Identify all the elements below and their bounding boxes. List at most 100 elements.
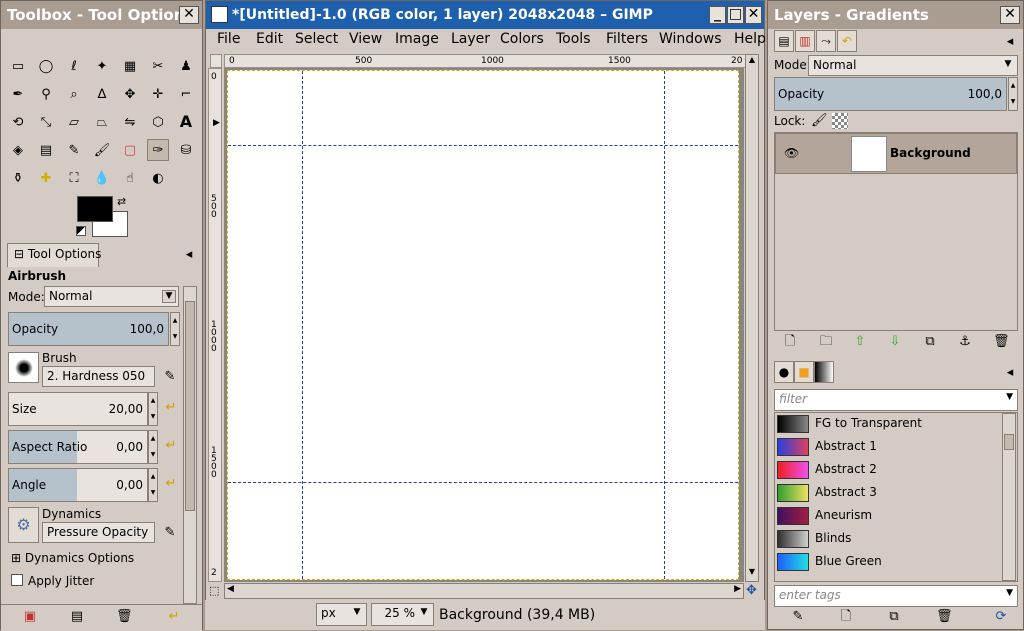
reset-size-icon[interactable]: ↵ xyxy=(163,400,179,416)
measure-icon[interactable]: ∆ xyxy=(91,83,113,105)
opacity-slider[interactable]: Opacity 100,0 xyxy=(8,312,169,346)
tab-layers[interactable]: ▤ xyxy=(774,30,794,52)
close-button[interactable]: ✕ xyxy=(745,6,762,24)
aspect-ratio-spinner[interactable]: ▲ ▼ xyxy=(148,430,158,464)
swap-colors-icon[interactable]: ⇄ xyxy=(117,195,126,208)
ruler-origin[interactable] xyxy=(210,54,222,68)
dynamics-icon[interactable]: ⚙ xyxy=(8,507,39,543)
maximize-button[interactable]: □ xyxy=(727,6,744,24)
default-colors-icon[interactable] xyxy=(76,226,86,236)
minimize-button[interactable]: _ xyxy=(709,6,726,24)
visibility-eye-icon[interactable]: 👁 xyxy=(784,146,799,160)
zoom-icon[interactable]: ⌕ xyxy=(63,83,85,105)
scroll-up-icon[interactable]: ▲ xyxy=(746,55,758,69)
scroll-right-icon[interactable]: ▶ xyxy=(734,584,741,594)
navigate-icon[interactable]: ✥ xyxy=(746,583,757,598)
menu-help[interactable]: Help xyxy=(734,31,766,47)
airbrush-icon[interactable]: ✑ xyxy=(147,139,169,161)
gradient-list-scrollbar[interactable] xyxy=(1002,413,1016,581)
gradient-tags-input[interactable]: enter tags ▼ xyxy=(774,585,1018,607)
size-slider[interactable]: Size 20,00 xyxy=(8,392,148,426)
gradient-row[interactable]: Blue Green xyxy=(777,551,999,574)
tab-menu-icon[interactable]: ◂ xyxy=(181,247,197,263)
menu-colors[interactable]: Colors xyxy=(500,31,544,47)
flip-icon[interactable]: ⇋ xyxy=(119,111,141,133)
tool-options-scrollbar[interactable] xyxy=(183,286,197,604)
save-options-icon[interactable]: ▣ xyxy=(22,609,38,625)
lower-layer-icon[interactable]: ⇩ xyxy=(887,334,903,350)
guide-vertical[interactable] xyxy=(664,71,665,579)
heal-icon[interactable]: ✚ xyxy=(35,167,57,189)
tab-paths[interactable]: ⤳ xyxy=(816,30,836,52)
refresh-gradients-icon[interactable]: ⟳ xyxy=(993,609,1009,625)
crop-icon[interactable]: ⌐ xyxy=(175,83,197,105)
new-layer-icon[interactable]: 🗋 xyxy=(782,334,798,350)
layers-titlebar[interactable]: Layers - Gradients xyxy=(768,1,1023,29)
foreground-select-icon[interactable]: ♟ xyxy=(175,55,197,77)
tab-tool-options[interactable]: ⊟ Tool Options xyxy=(7,243,101,267)
quick-mask-icon[interactable]: ⬚ xyxy=(209,584,219,597)
angle-slider[interactable]: Angle 0,00 xyxy=(8,468,148,502)
menu-select[interactable]: Select xyxy=(295,31,338,47)
reset-aspect-icon[interactable]: ↵ xyxy=(163,438,179,454)
menu-view[interactable]: View xyxy=(349,31,382,47)
scroll-left-icon[interactable]: ◀ xyxy=(227,584,234,594)
brush-field[interactable]: 2. Hardness 050 xyxy=(42,366,155,387)
image-titlebar[interactable]: *[Untitled]-1.0 (RGB color, 1 layer) 204… xyxy=(206,1,764,29)
dynamics-options-expander[interactable]: ⊞ Dynamics Options xyxy=(11,551,134,565)
layer-row-background[interactable]: 👁 Background xyxy=(775,133,1017,174)
tab-gradients[interactable] xyxy=(814,361,834,383)
perspective-icon[interactable]: ⏢ xyxy=(91,111,113,133)
delete-gradient-icon[interactable]: 🗑 xyxy=(936,609,953,625)
gradient-scrollbar-thumb[interactable] xyxy=(1004,434,1014,450)
duplicate-gradient-icon[interactable]: ⧉ xyxy=(886,609,902,625)
color-select-icon[interactable]: ▦ xyxy=(119,55,141,77)
menu-file[interactable]: File xyxy=(217,31,240,47)
cage-icon[interactable]: ⬡ xyxy=(147,111,169,133)
aspect-ratio-slider[interactable]: Aspect Ratio 0,00 xyxy=(8,430,148,464)
ellipse-select-icon[interactable]: ◯ xyxy=(35,55,57,77)
scrollbar-thumb[interactable] xyxy=(185,301,195,511)
guide-horizontal[interactable] xyxy=(228,482,738,483)
delete-layer-icon[interactable]: 🗑 xyxy=(993,334,1010,350)
move-icon[interactable]: ✥ xyxy=(119,83,141,105)
gradient-row[interactable]: Abstract 2 xyxy=(777,459,999,482)
menu-windows[interactable]: Windows xyxy=(659,31,722,47)
restore-options-icon[interactable]: ▤ xyxy=(69,609,85,625)
edit-brush-icon[interactable]: ✎ xyxy=(162,369,178,385)
shear-icon[interactable]: ▱ xyxy=(63,111,85,133)
free-select-icon[interactable]: ℓ xyxy=(63,55,85,77)
paintbrush-icon[interactable]: 🖌 xyxy=(91,139,113,161)
gradient-row[interactable]: Abstract 3 xyxy=(777,482,999,505)
vertical-ruler[interactable]: 0 500 1000 1500 2 xyxy=(208,68,222,582)
brush-preview[interactable] xyxy=(8,352,39,383)
delete-options-icon[interactable]: 🗑 xyxy=(116,609,133,625)
layers-opacity-slider[interactable]: Opacity 100,0 xyxy=(774,77,1007,111)
anchor-layer-icon[interactable]: ⚓ xyxy=(957,334,973,350)
new-layer-group-icon[interactable]: 🗀 xyxy=(818,334,834,350)
layers-close-button[interactable]: ✕ xyxy=(1000,6,1020,24)
edit-dynamics-icon[interactable]: ✎ xyxy=(162,525,178,541)
gradient-filter-input[interactable]: filter ▼ xyxy=(774,389,1018,411)
pencil-icon[interactable]: ✎ xyxy=(63,139,85,161)
paths-icon[interactable]: ✒ xyxy=(7,83,29,105)
layers-tab-menu-icon[interactable]: ◂ xyxy=(1002,34,1018,50)
layers-opacity-spinner[interactable]: ▲ ▼ xyxy=(1008,77,1018,111)
duplicate-layer-icon[interactable]: ⧉ xyxy=(922,334,938,350)
menu-tools[interactable]: Tools xyxy=(556,31,591,47)
gradient-row[interactable]: FG to Transparent xyxy=(777,413,999,436)
blur-icon[interactable]: 💧 xyxy=(91,167,113,189)
eraser-icon[interactable]: ▢ xyxy=(119,139,141,161)
mode-select[interactable]: Normal ▼ xyxy=(44,286,179,307)
foreground-color-swatch[interactable] xyxy=(77,196,113,222)
opacity-spinner[interactable]: ▲ ▼ xyxy=(170,312,180,346)
menu-image[interactable]: Image xyxy=(395,31,439,47)
guide-horizontal[interactable] xyxy=(228,145,738,146)
menu-edit[interactable]: Edit xyxy=(256,31,283,47)
perspective-clone-icon[interactable]: ⛶ xyxy=(63,167,85,189)
fuzzy-select-icon[interactable]: ✦ xyxy=(91,55,113,77)
gradients-tab-menu-icon[interactable]: ◂ xyxy=(1002,365,1018,381)
new-gradient-icon[interactable]: 🗋 xyxy=(838,609,854,625)
gradient-row[interactable]: Blinds xyxy=(777,528,999,551)
smudge-icon[interactable]: ☝ xyxy=(119,167,141,189)
